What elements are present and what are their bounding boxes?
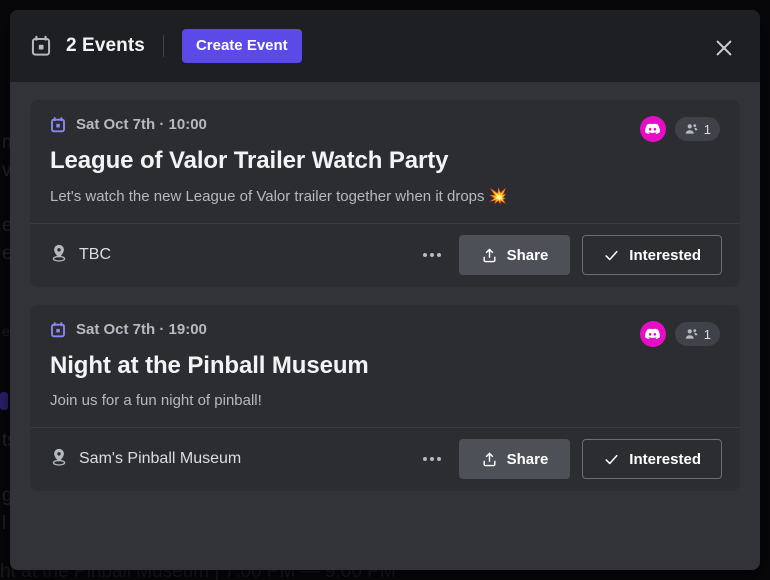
share-button-label: Share xyxy=(506,450,549,468)
dot xyxy=(429,253,434,257)
people-icon xyxy=(685,124,698,134)
people-icon xyxy=(685,329,698,339)
share-button[interactable]: Share xyxy=(458,235,571,275)
dot xyxy=(422,457,427,461)
discord-icon[interactable] xyxy=(639,116,666,142)
share-button-label: Share xyxy=(506,246,549,264)
event-card-main: Sat Oct 7th · 19:00 Night at the Pinball… xyxy=(30,305,740,427)
event-badges: 1 xyxy=(639,116,720,142)
events-list: Sat Oct 7th · 10:00 League of Valor Trai… xyxy=(10,82,760,570)
participants-badge[interactable]: 1 xyxy=(674,117,720,141)
participants-count: 1 xyxy=(703,121,711,137)
explosion-emoji: 💥 xyxy=(488,188,508,205)
event-description: Join us for a fun night of pinball! xyxy=(50,392,262,409)
location-pin-icon xyxy=(50,447,68,472)
event-card-main: Sat Oct 7th · 10:00 League of Valor Trai… xyxy=(30,100,740,223)
screen: m ve e ex es ts gu l T ht at the Pinball… xyxy=(0,0,770,580)
interested-button[interactable]: Interested xyxy=(582,235,722,275)
more-options-icon[interactable] xyxy=(417,249,447,261)
event-date: Sat Oct 7th · 10:00 xyxy=(76,116,207,133)
event-card-footer: Sam's Pinball Museum Share Interested xyxy=(30,427,740,491)
event-title: League of Valor Trailer Watch Party xyxy=(50,147,449,174)
event-date: Sat Oct 7th · 19:00 xyxy=(76,321,207,338)
event-card-footer: TBC Share Interested xyxy=(30,223,740,287)
interested-button[interactable]: Interested xyxy=(582,439,722,479)
event-card[interactable]: Sat Oct 7th · 10:00 League of Valor Trai… xyxy=(30,100,740,287)
event-actions: Share Interested xyxy=(417,235,722,275)
event-description-text: Let's watch the new League of Valor trai… xyxy=(50,188,489,205)
calendar-icon xyxy=(30,35,52,57)
header-divider xyxy=(162,35,164,57)
event-location-text: Sam's Pinball Museum xyxy=(79,450,242,467)
background-accent-pill xyxy=(0,392,8,410)
event-title: Night at the Pinball Museum xyxy=(50,352,369,379)
dot xyxy=(436,253,441,257)
event-location: TBC xyxy=(50,243,417,268)
header-left-group: 2 Events Create Event xyxy=(30,29,302,63)
event-badges: 1 xyxy=(639,321,720,347)
interested-button-label: Interested xyxy=(629,246,701,264)
location-pin-icon xyxy=(50,243,68,268)
events-modal: 2 Events Create Event Sat Oct 7th · 10:0… xyxy=(10,10,760,570)
close-icon[interactable] xyxy=(712,36,736,60)
create-event-button[interactable]: Create Event xyxy=(181,29,302,63)
share-upload-icon xyxy=(483,248,496,262)
check-icon xyxy=(605,250,618,260)
dot xyxy=(436,457,441,461)
event-location: Sam's Pinball Museum xyxy=(50,447,417,472)
modal-header: 2 Events Create Event xyxy=(10,10,760,82)
participants-badge[interactable]: 1 xyxy=(674,322,720,346)
event-date-row: Sat Oct 7th · 10:00 xyxy=(50,116,720,133)
dot xyxy=(422,253,427,257)
page-title: 2 Events xyxy=(66,35,145,56)
calendar-icon xyxy=(50,116,76,133)
share-button[interactable]: Share xyxy=(458,439,571,479)
event-description: Let's watch the new League of Valor trai… xyxy=(50,187,720,205)
check-icon xyxy=(605,454,618,464)
dot xyxy=(429,457,434,461)
calendar-icon xyxy=(50,321,76,338)
discord-icon[interactable] xyxy=(639,321,666,347)
interested-button-label: Interested xyxy=(629,450,701,468)
event-location-text: TBC xyxy=(79,246,111,263)
more-options-icon[interactable] xyxy=(417,453,447,465)
share-upload-icon xyxy=(483,452,496,466)
event-card[interactable]: Sat Oct 7th · 19:00 Night at the Pinball… xyxy=(30,305,740,491)
event-date-row: Sat Oct 7th · 19:00 xyxy=(50,321,720,338)
event-actions: Share Interested xyxy=(417,439,722,479)
participants-count: 1 xyxy=(703,326,711,342)
